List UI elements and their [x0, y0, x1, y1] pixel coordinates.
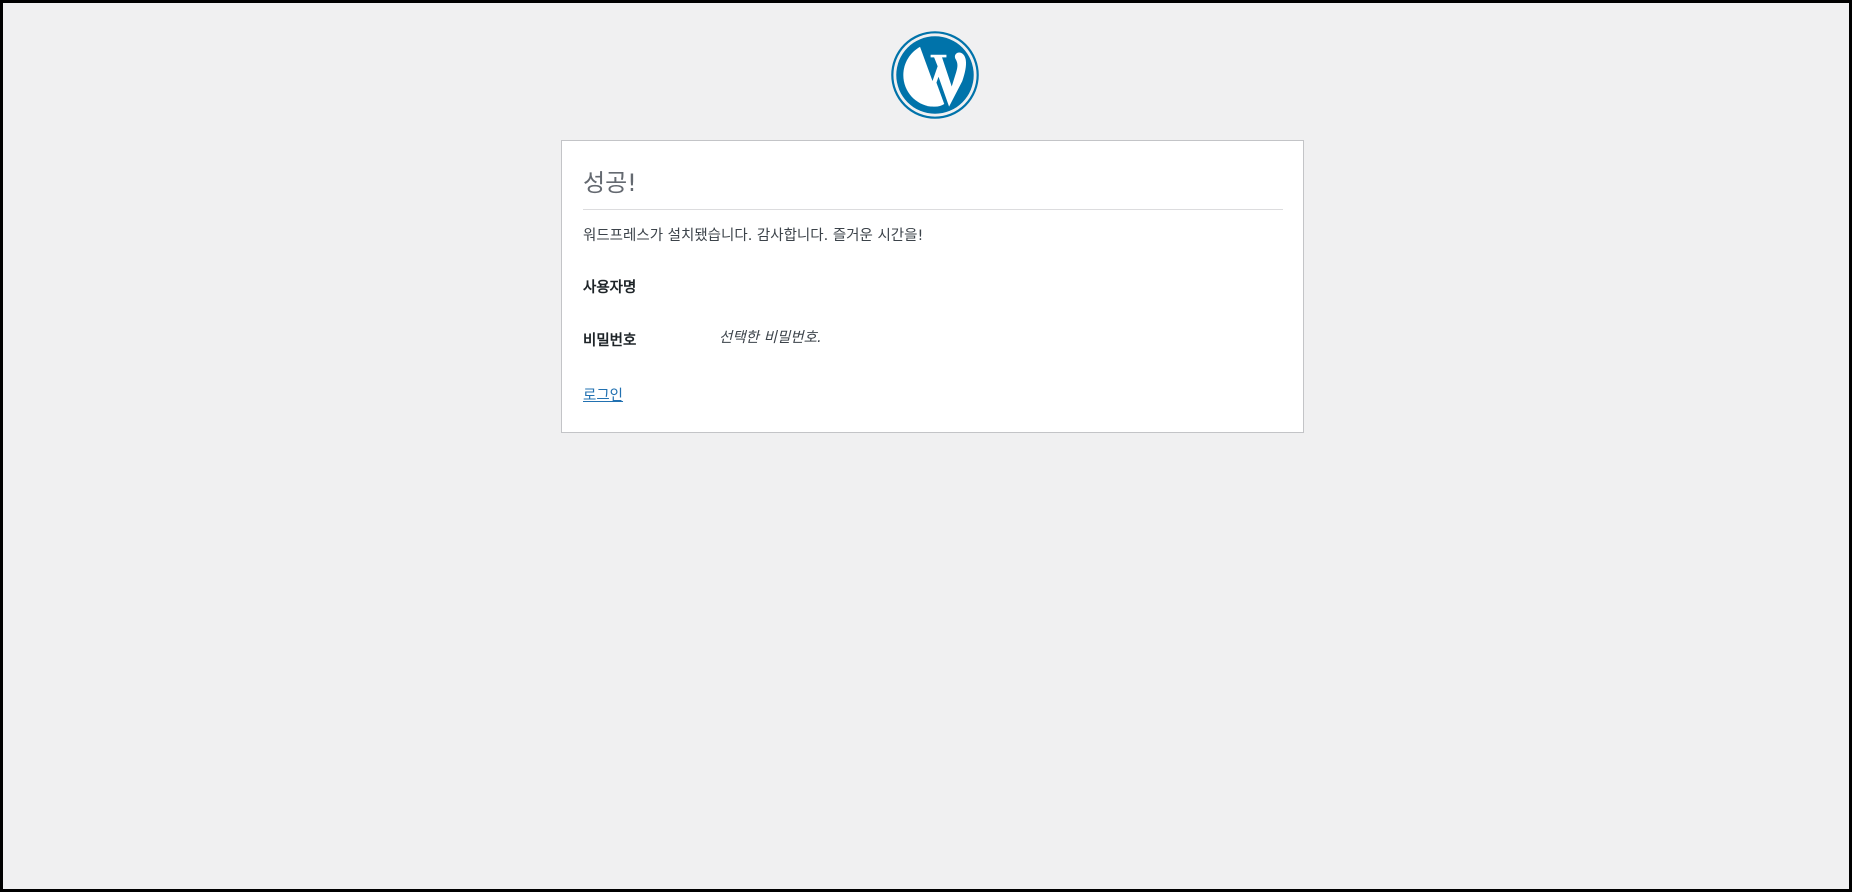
login-link[interactable]: 로그인 — [583, 385, 623, 407]
username-label: 사용자명 — [583, 280, 637, 296]
password-label: 비밀번호 — [583, 333, 637, 349]
page-title: 성공! — [583, 169, 637, 197]
success-card: 성공! 워드프레스가 설치됐습니다. 감사합니다. 즐거운 시간을! 사용자명 … — [561, 140, 1304, 433]
setup-page: 성공! 워드프레스가 설치됐습니다. 감사합니다. 즐거운 시간을! 사용자명 … — [3, 3, 1849, 889]
password-value: 선택한 비밀번호. — [719, 330, 822, 346]
title-divider — [583, 209, 1283, 210]
success-message: 워드프레스가 설치됐습니다. 감사합니다. 즐거운 시간을! — [583, 228, 924, 244]
wordpress-logo-icon[interactable] — [891, 31, 979, 119]
